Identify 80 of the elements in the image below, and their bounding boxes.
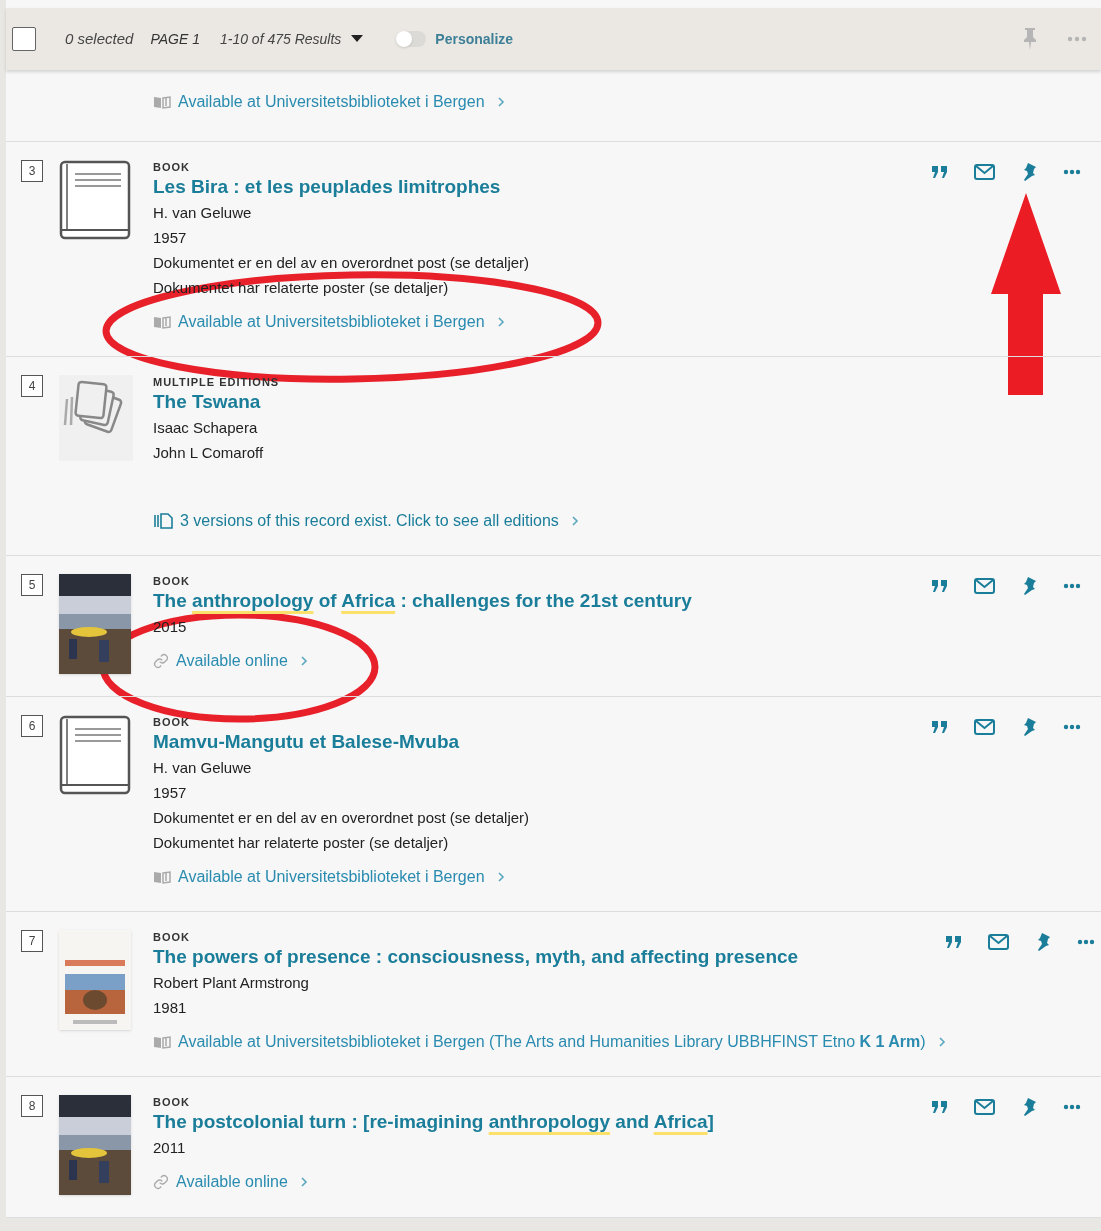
more-icon[interactable] (1063, 724, 1081, 730)
caret-down-icon[interactable] (351, 35, 364, 43)
result-number: 8 (21, 1095, 43, 1117)
result-title[interactable]: The anthropology of Africa : challenges for the 21st century (153, 588, 932, 614)
result-detail: Dokumentet er en del av en overordnet post (se detaljer) (153, 253, 531, 273)
result-detail: 1957 (153, 783, 188, 803)
chevron-right-icon (496, 316, 505, 328)
resource-type: MULTIPLE EDITIONS (153, 375, 281, 389)
chevron-right-icon (299, 655, 308, 667)
mail-icon[interactable] (987, 934, 1009, 950)
result-title[interactable]: The Tswana (153, 389, 1101, 415)
result-detail: Isaac Schapera (153, 418, 259, 438)
availability-link[interactable]: Available at Universitetsbiblioteket i Bergen (The Arts and Humanities Library UBBHFINST Etno K 1 Arm) (153, 1030, 946, 1054)
book-icon (59, 715, 131, 797)
mail-icon[interactable] (974, 719, 995, 735)
pin-icon[interactable] (1021, 576, 1037, 596)
editions-icon (59, 375, 133, 461)
result-detail: 1957 (153, 228, 188, 248)
result-number: 6 (21, 715, 43, 737)
quote-icon[interactable] (945, 936, 962, 948)
mail-icon[interactable] (974, 164, 995, 180)
result-number: 3 (21, 160, 43, 182)
book-open-icon (153, 1035, 171, 1049)
editions-link[interactable]: 3 versions of this record exist. Click to see all editions (153, 509, 1101, 533)
availability-link[interactable]: Available at Universitetsbiblioteket i Bergen (153, 90, 1101, 114)
availability-link[interactable]: Available at Universitetsbiblioteket i Bergen (153, 310, 932, 334)
select-all-checkbox[interactable] (12, 27, 36, 51)
result-detail: Dokumentet har relaterte poster (se detaljer) (153, 833, 450, 853)
result-title[interactable]: Mamvu-Mangutu et Balese-Mvuba (153, 729, 932, 755)
resource-type: BOOK (153, 1095, 191, 1109)
book-open-icon (153, 315, 171, 329)
page-label: PAGE 1 (150, 29, 200, 49)
selected-count: 0 selected (65, 28, 134, 49)
mail-icon[interactable] (974, 1099, 995, 1115)
quote-icon[interactable] (932, 721, 948, 733)
quote-icon[interactable] (932, 166, 948, 178)
result-detail: 1981 (153, 998, 188, 1018)
personalize-toggle[interactable] (396, 31, 427, 47)
personalize-label[interactable]: Personalize (435, 28, 514, 50)
chevron-right-icon (570, 515, 579, 527)
book-icon (59, 160, 131, 242)
chevron-right-icon (937, 1036, 946, 1048)
more-icon[interactable] (1063, 583, 1081, 589)
availability-link[interactable]: Available online (153, 1170, 932, 1194)
result-number: 7 (21, 930, 43, 952)
link-icon (153, 1174, 169, 1190)
book-open-icon (153, 95, 171, 109)
resource-type: BOOK (153, 574, 191, 588)
result-detail: Robert Plant Armstrong (153, 973, 310, 993)
result-title[interactable]: The powers of presence : consciousness, myth, and affecting presence (153, 944, 946, 970)
resource-type: BOOK (153, 715, 191, 729)
more-icon[interactable] (1063, 169, 1081, 175)
result-detail: H. van Geluwe (153, 203, 253, 223)
more-icon[interactable] (1063, 1104, 1081, 1110)
resource-type: BOOK (153, 160, 191, 174)
link-icon (153, 653, 169, 669)
result-detail: H. van Geluwe (153, 758, 253, 778)
more-icon[interactable] (1076, 939, 1095, 945)
availability-link[interactable]: Available at Universitetsbiblioteket i Bergen (153, 865, 932, 889)
result-detail: John L Comaroff (153, 443, 265, 463)
result-detail: Dokumentet er en del av en overordnet post (se detaljer) (153, 808, 531, 828)
pin-icon[interactable] (1021, 162, 1037, 182)
chevron-right-icon (496, 871, 505, 883)
availability-link[interactable]: Available online (153, 649, 932, 673)
result-detail: 2011 (153, 1138, 187, 1158)
quote-icon[interactable] (932, 580, 948, 592)
results-range: 1-10 of 475 Results (219, 29, 342, 49)
mail-icon[interactable] (974, 578, 995, 594)
editions-stack-icon (153, 513, 173, 529)
pin-icon[interactable] (1021, 717, 1037, 737)
chevron-right-icon (496, 96, 505, 108)
result-number: 5 (21, 574, 43, 596)
quote-icon[interactable] (932, 1101, 948, 1113)
result-title[interactable]: Les Bira : et les peuplades limitrophes (153, 174, 932, 200)
result-number: 4 (21, 375, 43, 397)
book-open-icon (153, 870, 171, 884)
chevron-right-icon (299, 1176, 308, 1188)
resource-type: BOOK (153, 930, 191, 944)
pin-icon[interactable] (1021, 1097, 1037, 1117)
result-title[interactable]: The postcolonial turn : [re-imagining anthropology and Africa] (153, 1109, 932, 1135)
